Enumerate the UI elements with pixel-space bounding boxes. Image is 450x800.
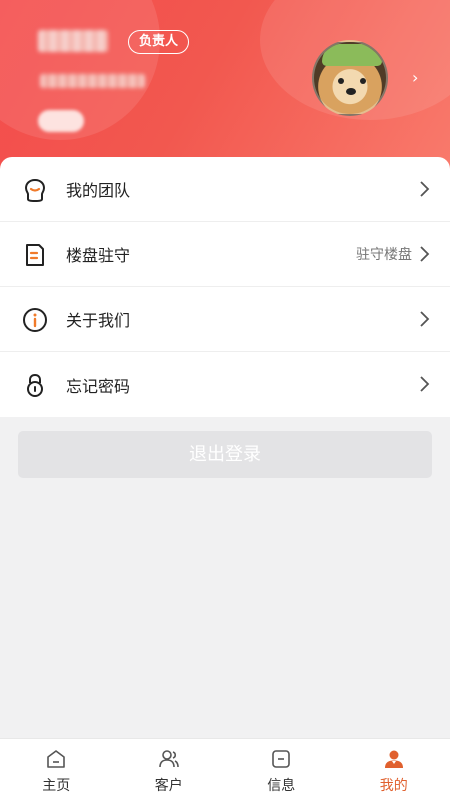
menu-item-property-station[interactable]: 楼盘驻守 驻守楼盘 <box>0 222 450 287</box>
menu-label: 关于我们 <box>66 311 131 330</box>
bottom-tab-bar: 主页 客户 信息 我的 <box>0 738 450 800</box>
tab-messages[interactable]: 信息 <box>225 739 338 800</box>
tab-label: 我的 <box>379 778 408 794</box>
menu-item-my-team[interactable]: 我的团队 <box>0 157 450 222</box>
chevron-right-icon <box>420 181 430 197</box>
role-badge: 负责人 <box>128 30 190 54</box>
team-icon <box>24 178 46 203</box>
chevron-right-icon <box>420 376 430 392</box>
tab-home[interactable]: 主页 <box>0 739 113 800</box>
info-icon <box>23 308 47 332</box>
user-tag-redacted <box>38 110 84 132</box>
lock-icon <box>27 373 43 397</box>
user-info-redacted <box>40 74 145 88</box>
settings-menu: 我的团队 楼盘驻守 驻守楼盘 关于我们 忘记密码 <box>0 157 450 417</box>
chevron-right-icon: › <box>412 68 419 87</box>
document-icon <box>26 244 44 266</box>
tab-me[interactable]: 我的 <box>338 739 450 800</box>
chevron-right-icon <box>420 246 430 262</box>
avatar[interactable] <box>312 40 388 116</box>
tab-label: 客户 <box>154 778 183 794</box>
message-icon <box>272 750 291 768</box>
profile-icon <box>384 750 403 768</box>
user-name-redacted <box>38 30 108 52</box>
menu-label: 我的团队 <box>66 181 131 200</box>
menu-label: 忘记密码 <box>66 376 131 396</box>
logout-button[interactable]: 退出登录 <box>18 431 432 478</box>
customers-icon <box>158 750 179 768</box>
tab-label: 信息 <box>267 778 296 794</box>
profile-header[interactable]: 负责人 › <box>0 0 450 175</box>
tab-customers[interactable]: 客户 <box>113 739 226 800</box>
menu-label: 楼盘驻守 <box>66 246 131 265</box>
menu-item-about-us[interactable]: 关于我们 <box>0 287 450 352</box>
menu-value: 驻守楼盘 <box>356 247 412 263</box>
chevron-right-icon <box>420 311 430 327</box>
tab-label: 主页 <box>42 778 71 794</box>
home-icon <box>47 750 66 768</box>
menu-item-forgot-password[interactable]: 忘记密码 <box>0 352 450 417</box>
